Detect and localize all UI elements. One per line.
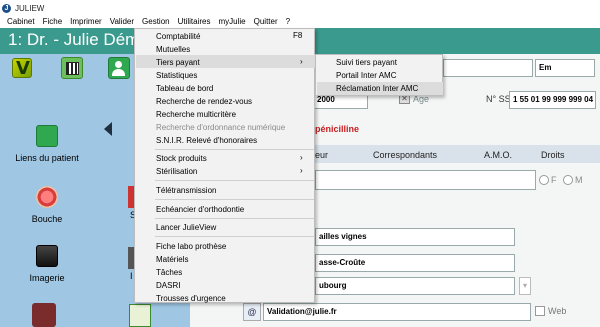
city-dropdown-icon[interactable]: ▾ [519,277,531,295]
menu-item-fiche-labo[interactable]: Fiche labo prothèse [156,242,226,251]
liens-patient-label: Liens du patient [15,153,79,163]
address-line1-field[interactable]: ailles vignes [315,228,515,246]
tile-i-label: I [130,271,133,281]
menu-help[interactable]: ? [282,16,294,28]
checkmark-icon: V [16,58,30,79]
menu-item-julieview[interactable]: Lancer JulieView [156,223,216,232]
validate-button[interactable]: V [12,58,32,79]
menu-item-echeancier[interactable]: Echéancier d'orthodontie [156,205,244,214]
tab-payeur[interactable]: eur [315,150,328,160]
civility-field[interactable]: Em [535,59,595,77]
menu-item-taches[interactable]: Tâches [156,268,182,277]
ss-number-field[interactable]: 1 55 01 99 999 999 04 [509,91,596,109]
menu-utilitaires[interactable]: Utilitaires [174,16,215,28]
menu-item-recherche-rdv[interactable]: Recherche de rendez-vous [156,97,252,106]
window-title: JULIEW [15,3,45,13]
bouche-tile[interactable]: Bouche [12,186,82,224]
menu-cabinet[interactable]: Cabinet [3,16,39,28]
ss-label: N° SS [486,94,511,104]
tab-droits[interactable]: Droits [541,150,565,160]
user-profile-icon[interactable] [32,303,56,327]
menu-item-trousses[interactable]: Trousses d'urgence [156,294,226,303]
menu-item-teletransmission[interactable]: Télétransmission [156,186,216,195]
collapse-arrow-icon[interactable] [104,122,112,136]
imagerie-label: Imagerie [29,273,65,283]
tab-correspondants[interactable]: Correspondants [373,150,437,160]
menu-separator [155,149,314,150]
menu-separator [155,218,314,219]
qr-code-icon [66,62,79,75]
menu-item-statistiques[interactable]: Statistiques [156,71,197,80]
menu-item-snir[interactable]: S.N.I.R. Relevé d'honoraires [156,136,257,145]
user-head-icon [115,61,122,68]
submenu-item-reclamation[interactable]: Réclamation Inter AMC [336,84,418,93]
submenu-arrow-icon: › [300,166,303,175]
menu-item-dasri[interactable]: DASRI [156,281,180,290]
menu-item-recherche-multicritere[interactable]: Recherche multicritère [156,110,236,119]
menu-item-tableau-de-bord[interactable]: Tableau de bord [156,84,213,93]
menu-item-materiels[interactable]: Matériels [156,255,188,264]
document-icon[interactable] [129,304,151,327]
notes-field[interactable] [315,170,536,190]
shortcut-f8: F8 [293,31,303,40]
web-label: Web [548,306,567,316]
name-field[interactable] [443,59,533,77]
submenu-arrow-icon: › [300,153,303,162]
menu-separator [155,180,314,181]
gender-m-radio[interactable] [563,175,573,185]
tab-amo[interactable]: A.M.O. [484,150,512,160]
submenu-item-suivi[interactable]: Suivi tiers payant [336,58,397,67]
menu-item-mutuelles[interactable]: Mutuelles [156,45,190,54]
submenu-item-portail[interactable]: Portail Inter AMC [336,71,396,80]
gender-m-label: M [575,175,583,185]
app-icon: J [2,3,11,13]
web-checkbox[interactable] [535,306,545,316]
bouche-label: Bouche [31,214,63,224]
gestion-menu: Comptabilité Mutuelles Tiers payant Stat… [134,28,315,303]
city-field[interactable]: ubourg [315,277,515,295]
menu-myjulie[interactable]: myJulie [215,16,250,28]
menu-bar: Cabinet Fiche Imprimer Valider Gestion U… [0,16,600,28]
liens-patient-tile[interactable]: Liens du patient [12,125,82,163]
menu-imprimer[interactable]: Imprimer [66,16,106,28]
add-user-button[interactable] [108,57,130,79]
menu-valider[interactable]: Valider [106,16,138,28]
mouth-icon [36,186,58,208]
xray-icon [36,245,58,267]
email-field[interactable]: Validation@julie.fr [263,303,531,321]
tiers-payant-submenu: Suivi tiers payant Portail Inter AMC Réc… [315,54,443,96]
menu-separator [155,236,314,237]
menu-quitter[interactable]: Quitter [250,16,282,28]
qr-code-button[interactable] [61,57,83,79]
gender-f-radio[interactable] [539,175,549,185]
menu-item-sterilisation[interactable]: Stérilisation [156,167,197,176]
address-line2-field[interactable]: asse-Croûte [315,254,515,272]
menu-fiche[interactable]: Fiche [39,16,67,28]
allergy-text: pénicilline [315,124,360,134]
menu-item-tiers-payant[interactable]: Tiers payant [156,58,200,67]
people-icon [36,125,58,147]
menu-item-stock-produits[interactable]: Stock produits [156,154,207,163]
user-body-icon [112,69,125,76]
menu-gestion[interactable]: Gestion [138,16,174,28]
title-bar: J JULIEW [0,0,600,16]
page-title: 1: Dr. - Julie Dém [8,30,140,49]
submenu-arrow-icon: › [300,57,303,66]
imagerie-tile[interactable]: Imagerie [12,245,82,283]
email-icon: @ [243,303,261,321]
menu-item-recherche-ordonnance: Recherche d'ordonnance numérique [156,123,286,132]
menu-item-comptabilite[interactable]: Comptabilité [156,32,200,41]
menu-separator [155,199,314,200]
gender-f-label: F [551,175,557,185]
